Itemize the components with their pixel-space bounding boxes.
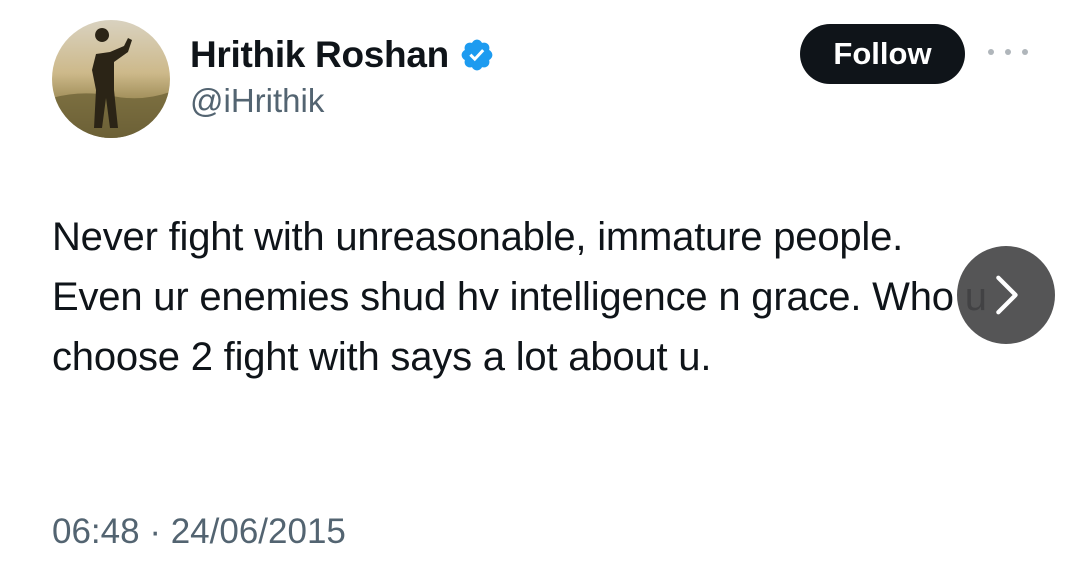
tweet-time: 06:48 [52, 512, 140, 551]
tweet-text: Never fight with unreasonable, immature … [52, 215, 987, 379]
chevron-right-icon [996, 275, 1018, 315]
author-name-row: Hrithik Roshan [190, 30, 495, 80]
timestamp-separator: · [149, 512, 161, 551]
more-dot [988, 49, 994, 55]
more-dot [1005, 49, 1011, 55]
author-handle[interactable]: @iHrithik [190, 82, 324, 120]
tweet-card: Hrithik Roshan @iHrithik Follow Never fi… [0, 0, 1080, 587]
verified-badge-icon [459, 37, 495, 73]
more-dot [1022, 49, 1028, 55]
next-button[interactable] [957, 246, 1055, 344]
tweet-timestamp[interactable]: 06:48 · 24/06/2015 [52, 512, 346, 552]
avatar-silhouette-icon [52, 20, 170, 138]
author-display-name[interactable]: Hrithik Roshan [190, 34, 449, 76]
avatar[interactable] [52, 20, 170, 138]
follow-button[interactable]: Follow [800, 24, 965, 84]
tweet-date: 24/06/2015 [170, 512, 346, 551]
more-options-icon[interactable] [988, 40, 1028, 64]
